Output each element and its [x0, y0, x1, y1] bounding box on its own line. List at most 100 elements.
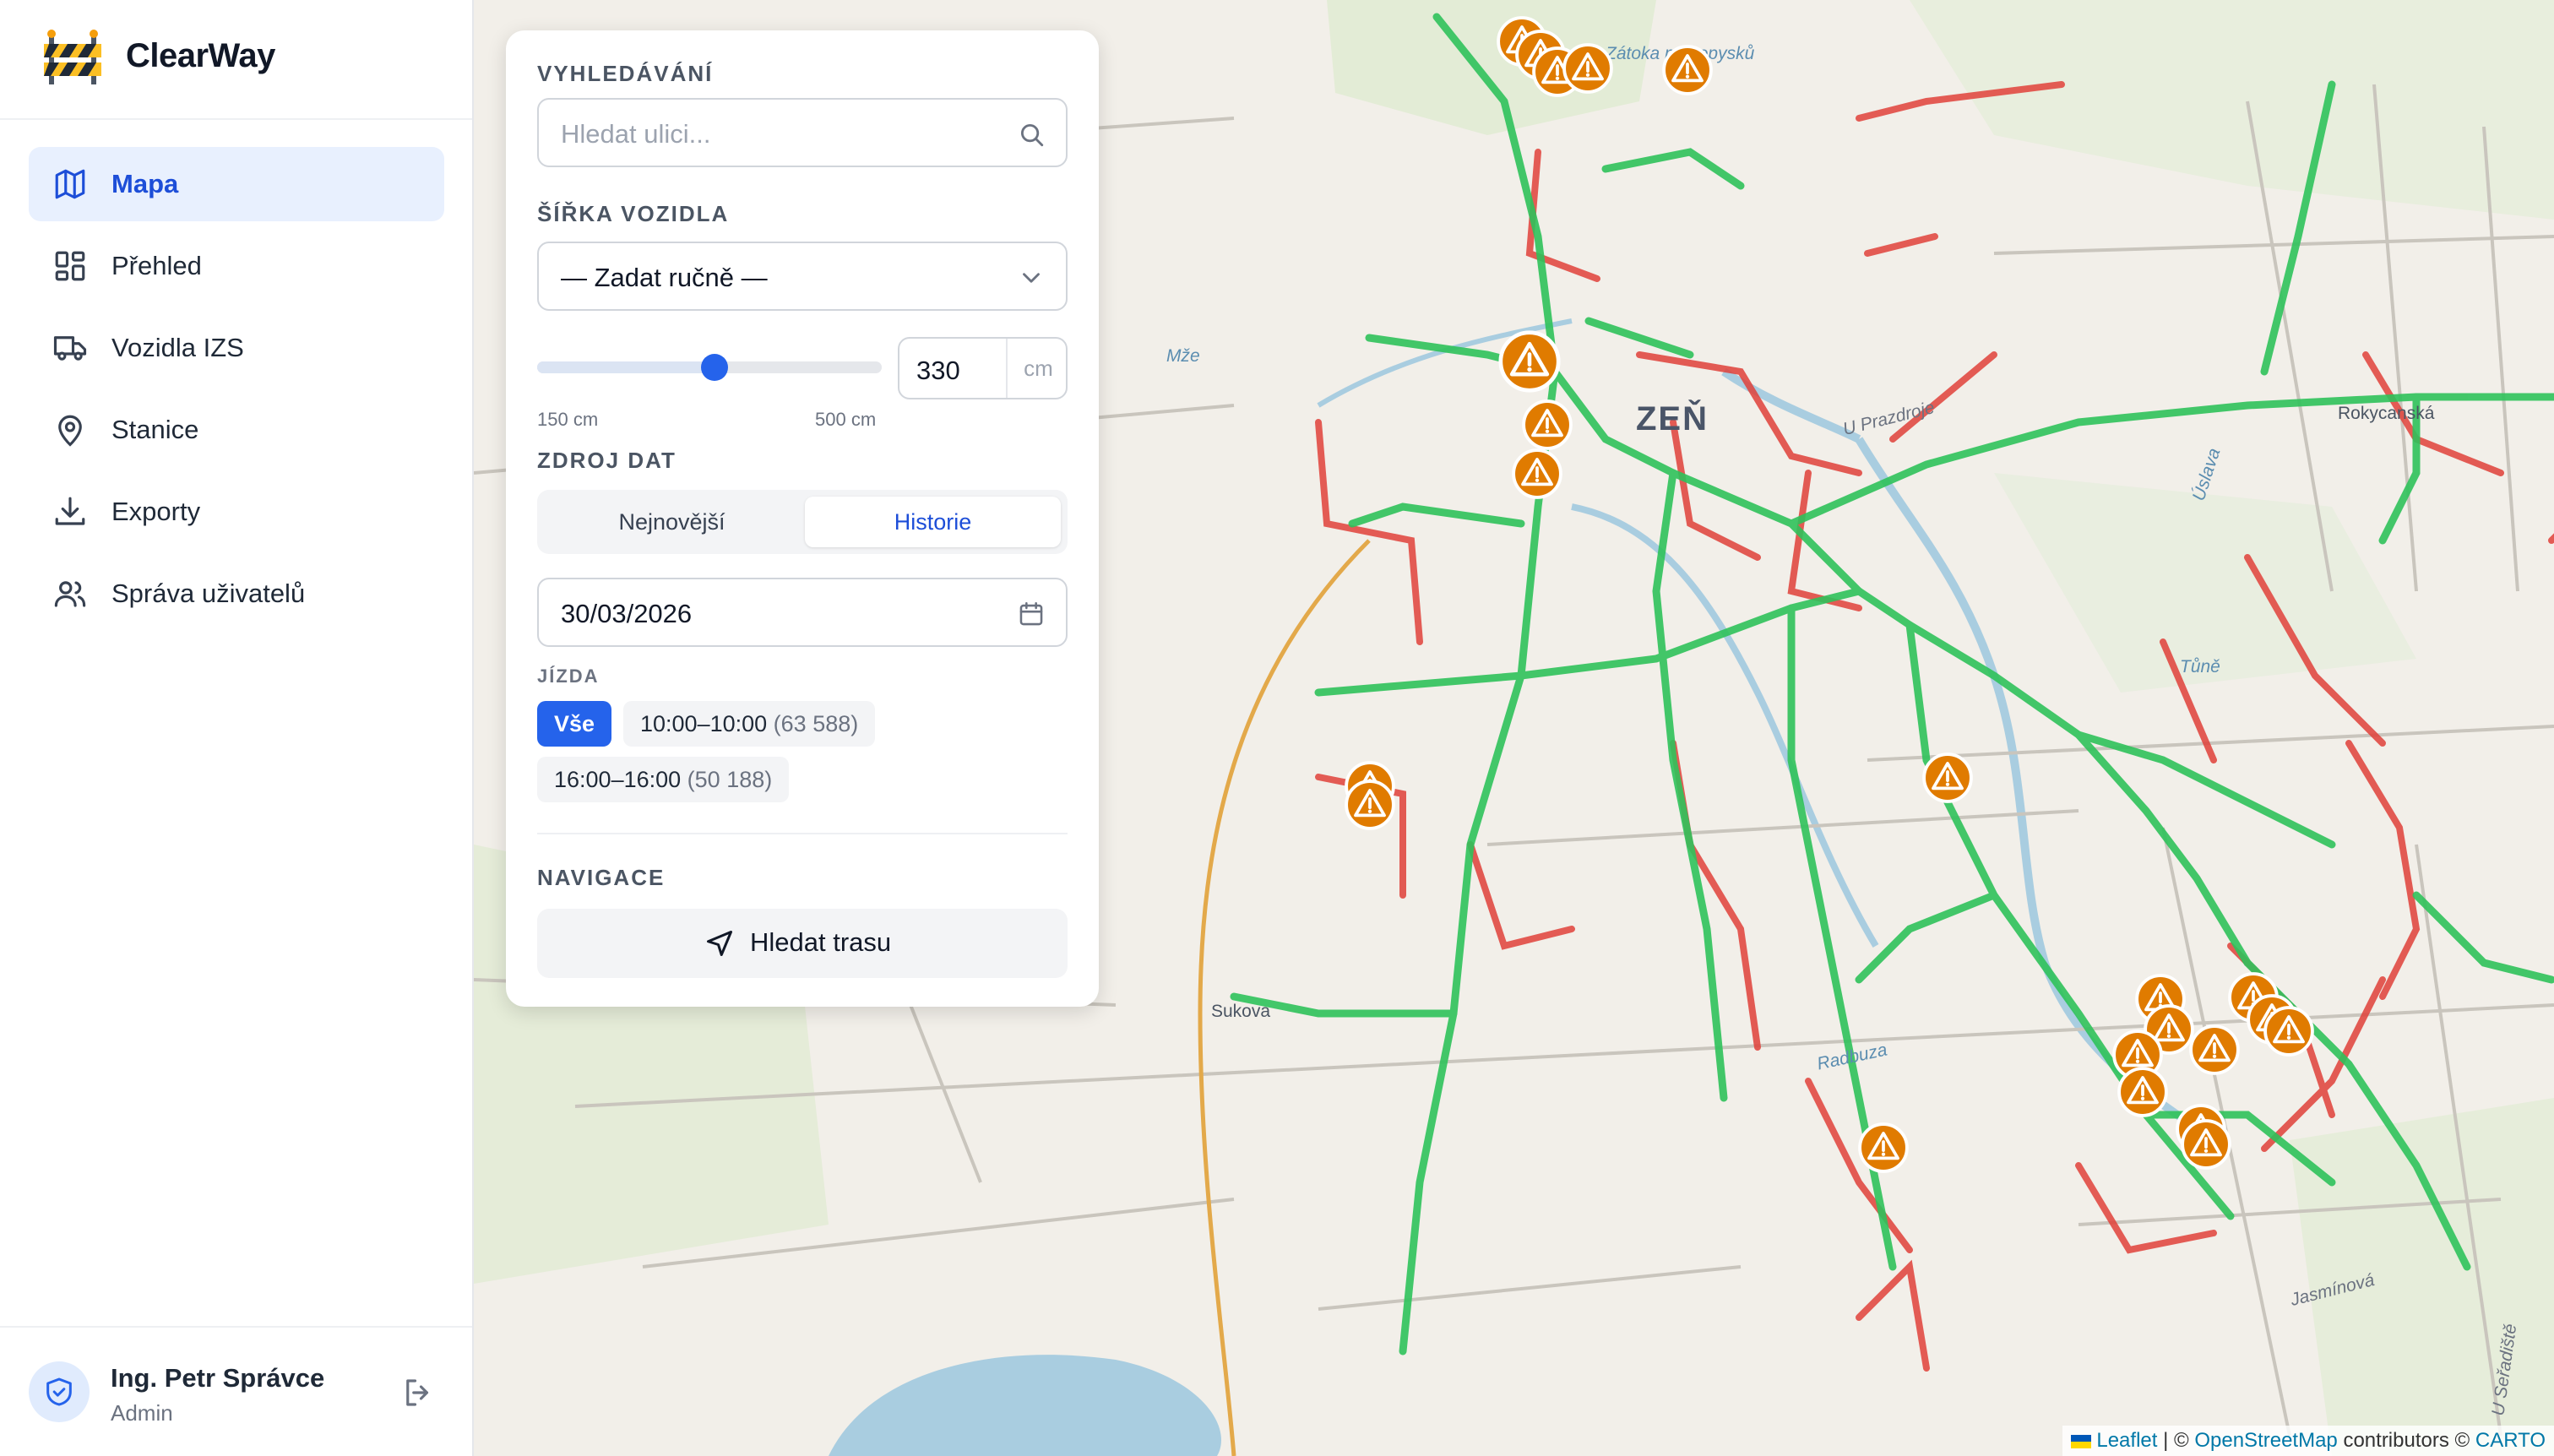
truck-icon [53, 336, 87, 361]
data-source-latest-button[interactable]: Nejnovější [544, 497, 800, 547]
warning-triangle-icon [2117, 1067, 2168, 1117]
warning-triangle-icon [1858, 1122, 1909, 1173]
sidebar-item-label: Vozidla IZS [111, 333, 244, 362]
warning-marker[interactable] [1661, 44, 1714, 96]
street-label-rokycanska: Rokycanská [2338, 404, 2435, 423]
sidebar-item-label: Exporty [111, 497, 201, 526]
warning-triangle-icon [1562, 43, 1613, 94]
street-label-tune: Tůně [2180, 657, 2220, 676]
data-source-toggle: Nejnovější Historie [537, 490, 1068, 554]
warning-marker[interactable] [1344, 779, 1396, 831]
calendar-icon [1019, 601, 1043, 626]
ride-chip-label: 16:00–16:00 [554, 767, 682, 792]
ride-chip-label: Vše [554, 711, 595, 736]
ride-chip-label: 10:00–10:00 [640, 711, 768, 736]
sidebar-nav: Mapa Přehled Vozidla IZS Stanice Exporty… [29, 147, 444, 638]
sidebar-item-label: Správa uživatelů [111, 579, 306, 608]
chevron-down-icon [1023, 273, 1040, 283]
find-route-label: Hledat trasu [750, 927, 892, 957]
data-source-history-button[interactable]: Historie [805, 497, 1061, 547]
warning-marker[interactable] [2263, 1005, 2315, 1057]
slider-thumb[interactable] [701, 354, 728, 381]
brand-header: ClearWay [0, 0, 472, 120]
user-profile: Ing. Petr Správce Admin [0, 1326, 472, 1456]
slider-fill [537, 361, 715, 373]
carto-link[interactable]: CARTO [2475, 1429, 2546, 1452]
sidebar-item-label: Mapa [111, 169, 179, 198]
osm-link[interactable]: OpenStreetMap [2194, 1429, 2337, 1452]
ukraine-flag-icon [2071, 1434, 2092, 1448]
warning-triangle-icon [1922, 752, 1973, 803]
date-input[interactable]: 30/03/2026 [537, 578, 1068, 647]
warning-triangle-icon [1512, 448, 1562, 499]
map-pin-icon [58, 415, 82, 447]
slider-max-label: 500 cm [815, 409, 877, 430]
ride-chip-all[interactable]: Vše [537, 701, 612, 747]
warning-marker[interactable] [2117, 1066, 2169, 1118]
filter-panel: VYHLEDÁVÁNÍ Hledat ulici... ŠÍŘKA VOZIDL… [506, 30, 1099, 1007]
sidebar-item-exporty[interactable]: Exporty [29, 475, 444, 549]
leaflet-link[interactable]: Leaflet [2096, 1429, 2157, 1452]
search-icon [1020, 123, 1044, 147]
vehicle-width-number-input[interactable]: 330 cm [898, 337, 1068, 399]
city-label: ZEŇ [1636, 400, 1709, 437]
slider-min-label: 150 cm [537, 409, 599, 430]
vehicle-width-slider[interactable] [537, 343, 882, 394]
user-role: Admin [111, 1400, 173, 1426]
street-label-mze: Mže [1166, 346, 1200, 366]
ride-label: JÍZDA [537, 666, 600, 687]
ride-chip-1000[interactable]: 10:00–10:00 (63 588) [623, 701, 876, 747]
data-source-label: ZDROJ DAT [537, 448, 677, 473]
search-placeholder: Hledat ulici... [561, 119, 711, 149]
vehicle-width-select[interactable]: — Zadat ručně — [537, 242, 1068, 311]
warning-triangle-icon [1345, 780, 1395, 830]
date-value: 30/03/2026 [561, 599, 693, 628]
warning-triangle-icon [1662, 45, 1713, 95]
avatar [29, 1361, 90, 1422]
ride-chip-count: (63 588) [773, 711, 859, 736]
app-name: ClearWay [126, 37, 275, 74]
vehicle-width-value: 330 [916, 356, 960, 385]
dashboard-icon [55, 251, 85, 281]
sidebar: ClearWay Mapa Přehled Vozidla IZS Stanic… [0, 0, 474, 1456]
search-input[interactable]: Hledat ulici... [537, 98, 1068, 167]
logout-icon[interactable] [400, 1375, 436, 1410]
warning-marker[interactable] [1511, 448, 1563, 500]
search-section-label: VYHLEDÁVÁNÍ [537, 61, 714, 86]
attribution-contrib: contributors © [2337, 1429, 2475, 1452]
sidebar-item-stanice[interactable]: Stanice [29, 393, 444, 467]
warning-triangle-icon [1498, 330, 1561, 393]
sidebar-item-label: Stanice [111, 415, 199, 444]
warning-marker[interactable] [1921, 752, 1974, 804]
street-label-sukova: Sukova [1211, 1002, 1271, 1021]
sidebar-item-sprava-uzivatelu[interactable]: Správa uživatelů [29, 557, 444, 631]
users-icon [54, 581, 86, 607]
warning-marker[interactable] [1857, 1122, 1910, 1174]
attribution-separator: | © [2157, 1429, 2195, 1452]
warning-marker[interactable] [2188, 1024, 2241, 1076]
user-name: Ing. Petr Správce [111, 1363, 325, 1393]
navigation-label: NAVIGACE [537, 865, 666, 890]
sidebar-item-vozidla-izs[interactable]: Vozidla IZS [29, 311, 444, 385]
find-route-button[interactable]: Hledat trasu [537, 909, 1068, 978]
warning-triangle-icon [2181, 1119, 2231, 1170]
map-attribution: Leaflet | © OpenStreetMap contributors ©… [2062, 1426, 2554, 1456]
warning-triangle-icon [2189, 1024, 2240, 1075]
warning-marker[interactable] [1497, 329, 1562, 394]
roadblock-logo-icon [44, 30, 101, 84]
panel-divider [537, 833, 1068, 834]
ride-chip-count: (50 188) [687, 767, 773, 792]
sidebar-item-prehled[interactable]: Přehled [29, 229, 444, 303]
warning-triangle-icon [2263, 1006, 2314, 1057]
warning-marker[interactable] [2180, 1118, 2232, 1171]
ride-chip-1600[interactable]: 16:00–16:00 (50 188) [537, 757, 790, 802]
navigation-arrow-icon [707, 931, 732, 956]
warning-triangle-icon [1522, 399, 1573, 450]
warning-marker[interactable] [1521, 399, 1573, 451]
vehicle-width-select-value: — Zadat ručně — [561, 263, 768, 292]
sidebar-item-mapa[interactable]: Mapa [29, 147, 444, 221]
download-icon [55, 497, 85, 525]
warning-marker[interactable] [1562, 42, 1614, 95]
vehicle-width-unit: cm [1006, 339, 1069, 398]
map-icon [55, 169, 85, 199]
